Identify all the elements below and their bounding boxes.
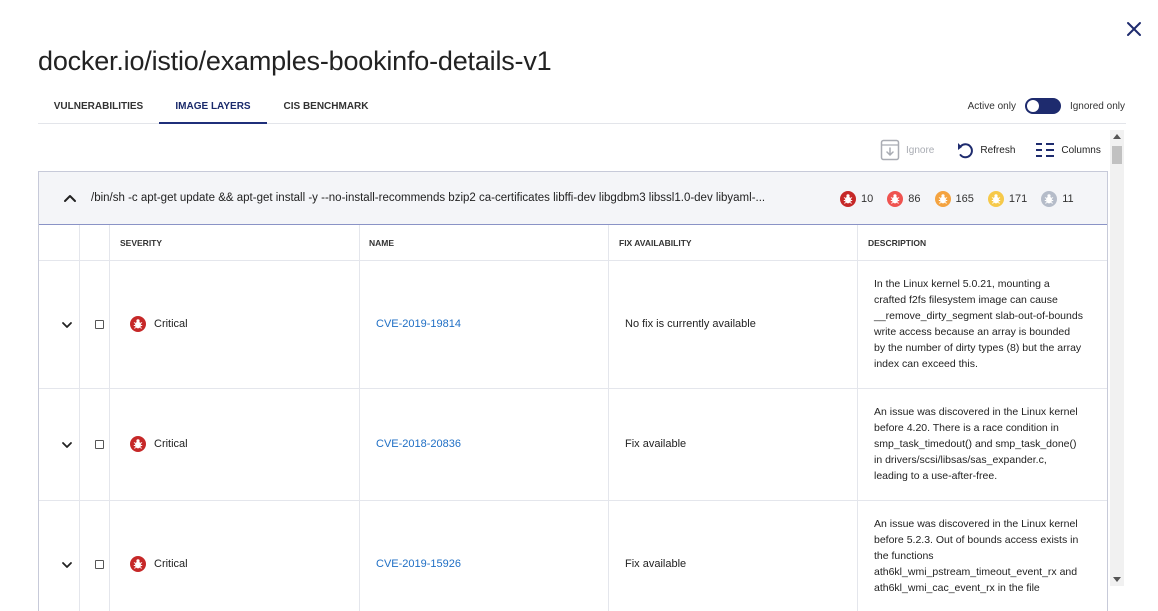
description-cell: An issue was discovered in the Linux ker… — [874, 404, 1096, 484]
tab-cis-benchmark[interactable]: CIS BENCHMARK — [267, 90, 385, 124]
close-button[interactable] — [1124, 19, 1144, 39]
medium-count: 165 — [934, 191, 974, 207]
description-line: write access because an array is bounded — [874, 326, 1071, 338]
fix-availability: Fix available — [625, 558, 687, 570]
severity-counts: 10 86 165 171 11 — [840, 190, 1074, 208]
severity-cell: Critical — [130, 556, 188, 572]
severity-label: Critical — [154, 558, 188, 570]
bug-icon — [934, 191, 951, 207]
critical-count: 10 — [840, 191, 873, 207]
negligible-count: 11 — [1041, 191, 1074, 207]
description-cell: An issue was discovered in the Linux ker… — [874, 516, 1096, 596]
cve-link[interactable]: CVE-2018-20836 — [376, 438, 461, 450]
close-icon[interactable] — [1124, 19, 1144, 39]
table-row: Critical CVE-2019-15926 Fix available An… — [39, 501, 1107, 611]
bug-icon — [987, 191, 1004, 207]
layer-panel: /bin/sh -c apt-get update && apt-get ins… — [38, 171, 1108, 611]
bug-icon — [887, 191, 904, 207]
layer-header[interactable]: /bin/sh -c apt-get update && apt-get ins… — [39, 172, 1107, 225]
description-line: An issue was discovered in the Linux ker… — [874, 518, 1078, 530]
fix-availability: No fix is currently available — [625, 318, 756, 330]
severity-label: Critical — [154, 318, 188, 330]
header-fix-availability[interactable]: FIX AVAILABILITY — [619, 225, 692, 261]
description-line: before 4.20. There is a race condition i… — [874, 422, 1059, 434]
description-line: ath6kl_wmi_cac_event_rx in the file — [874, 582, 1040, 594]
description-line: ath6kl_wmi_pstream_timeout_event_rx and — [874, 566, 1078, 578]
high-count: 86 — [887, 191, 921, 207]
chevron-down-icon[interactable] — [61, 319, 73, 331]
scroll-up-arrow[interactable] — [1113, 134, 1121, 139]
ignore-button[interactable]: Ignore — [880, 139, 934, 161]
active-ignored-toggle[interactable] — [1024, 98, 1061, 114]
tab-bar: VULNERABILITIES IMAGE LAYERS CIS BENCHMA… — [38, 90, 1126, 124]
ignore-label: Ignore — [906, 144, 935, 156]
description-line: the functions — [874, 550, 934, 562]
refresh-button[interactable]: Refresh — [956, 139, 1015, 161]
description-line: In the Linux kernel 5.0.21, mounting a — [874, 278, 1050, 290]
negligible-count-value: 11 — [1062, 193, 1074, 205]
active-ignored-toggle-group: Active only Ignored only — [968, 97, 1125, 115]
row-checkbox[interactable] — [95, 320, 104, 329]
severity-cell: Critical — [130, 316, 188, 332]
low-count-value: 171 — [1008, 193, 1028, 205]
description-cell: In the Linux kernel 5.0.21, mounting a c… — [874, 276, 1096, 372]
table-row: Critical CVE-2018-20836 Fix available An… — [39, 389, 1107, 501]
bug-icon — [840, 191, 856, 207]
active-only-label: Active only — [967, 100, 1016, 112]
cve-link[interactable]: CVE-2019-15926 — [376, 558, 461, 570]
medium-count-value: 165 — [955, 193, 974, 205]
severity-cell: Critical — [130, 436, 188, 452]
critical-count-value: 10 — [861, 193, 874, 205]
header-description[interactable]: DESCRIPTION — [868, 225, 926, 261]
description-line: smp_task_timedout() and smp_task_done() — [874, 438, 1077, 450]
ignored-only-label: Ignored only — [1069, 100, 1125, 112]
tab-image-layers[interactable]: IMAGE LAYERS — [159, 90, 267, 124]
bug-icon — [1041, 191, 1058, 207]
refresh-label: Refresh — [980, 144, 1016, 156]
row-checkbox[interactable] — [95, 560, 104, 569]
columns-icon — [1036, 143, 1055, 157]
fix-availability: Fix available — [625, 438, 687, 450]
page-title: docker.io/istio/examples-bookinfo-detail… — [38, 46, 552, 76]
cve-link[interactable]: CVE-2019-19814 — [376, 318, 461, 330]
scroll-down-arrow[interactable] — [1113, 577, 1121, 582]
layer-command: /bin/sh -c apt-get update && apt-get ins… — [91, 192, 766, 204]
description-line: in drivers/scsi/libsas/sas_expander.c, — [874, 454, 1047, 466]
scroll-thumb[interactable] — [1112, 146, 1122, 164]
low-count: 171 — [987, 191, 1028, 207]
description-line: by the number of dirty types (8) but the… — [874, 342, 1082, 354]
row-checkbox[interactable] — [95, 440, 104, 449]
header-name[interactable]: NAME — [369, 225, 394, 261]
high-count-value: 86 — [908, 193, 921, 205]
description-line: index can exceed this. — [874, 358, 978, 370]
scrollbar[interactable] — [1110, 130, 1124, 586]
severity-label: Critical — [154, 438, 188, 450]
columns-button[interactable]: Columns — [1035, 141, 1101, 159]
chevron-up-icon[interactable] — [63, 191, 77, 205]
toggle-knob — [1026, 100, 1039, 112]
toolbar: Ignore Refresh Columns — [880, 137, 1101, 163]
critical-bug-icon — [130, 436, 146, 452]
refresh-icon — [958, 143, 974, 159]
critical-bug-icon — [130, 556, 146, 572]
vulnerability-table: SEVERITY NAME FIX AVAILABILITY DESCRIPTI… — [39, 225, 1107, 611]
table-header-row: SEVERITY NAME FIX AVAILABILITY DESCRIPTI… — [39, 225, 1107, 261]
columns-label: Columns — [1061, 144, 1101, 156]
tab-vulnerabilities[interactable]: VULNERABILITIES — [38, 90, 159, 124]
description-line: __remove_dirty_segment slab-out-of-bound… — [874, 310, 1083, 322]
chevron-down-icon[interactable] — [61, 559, 73, 571]
table-row: Critical CVE-2019-19814 No fix is curren… — [39, 261, 1107, 389]
description-line: before 5.2.3. Out of bounds access exist… — [874, 534, 1079, 546]
description-line: crafted f2fs filesystem image can cause — [874, 294, 1058, 306]
ignore-icon — [880, 139, 900, 161]
chevron-down-icon[interactable] — [61, 439, 73, 451]
critical-bug-icon — [130, 316, 146, 332]
description-line: leading to a use-after-free. — [874, 470, 998, 482]
description-line: An issue was discovered in the Linux ker… — [874, 406, 1078, 418]
header-severity[interactable]: SEVERITY — [120, 225, 162, 261]
